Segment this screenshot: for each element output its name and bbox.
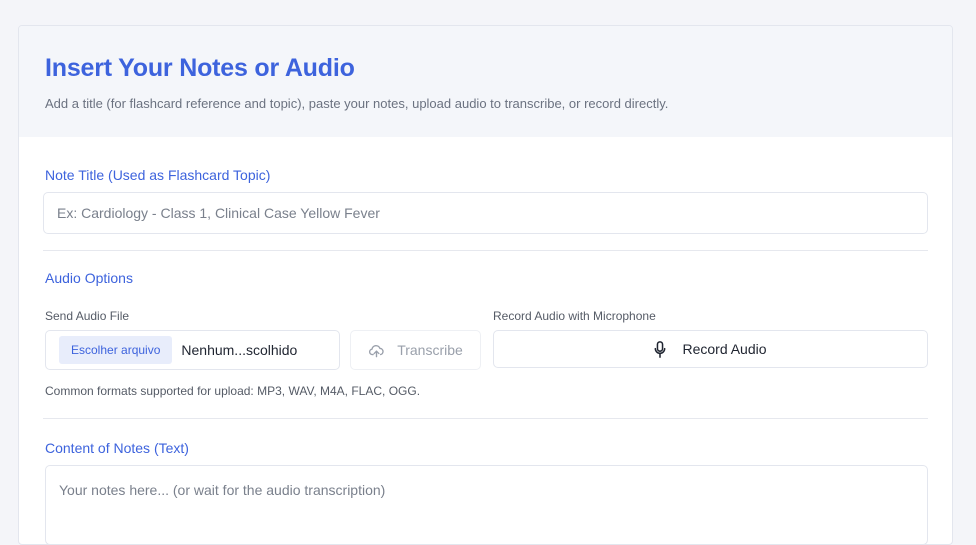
notes-input-card: Insert Your Notes or Audio Add a title (… (18, 25, 953, 545)
note-title-placeholder: Ex: Cardiology - Class 1, Clinical Case … (57, 205, 380, 221)
card-header: Insert Your Notes or Audio Add a title (… (19, 26, 952, 137)
notes-textarea[interactable]: Your notes here... (or wait for the audi… (45, 465, 928, 544)
audio-options-label: Audio Options (45, 270, 133, 286)
send-audio-file-label: Send Audio File (45, 309, 130, 323)
record-audio-button-label: Record Audio (682, 341, 767, 357)
divider (43, 418, 928, 419)
notes-placeholder: Your notes here... (or wait for the audi… (59, 482, 386, 498)
note-title-input[interactable]: Ex: Cardiology - Class 1, Clinical Case … (43, 192, 928, 234)
transcribe-button[interactable]: Transcribe (350, 330, 481, 370)
cloud-upload-icon (369, 344, 384, 357)
microphone-icon (655, 340, 666, 358)
choose-file-button[interactable]: Escolher arquivo (59, 336, 173, 364)
record-audio-button[interactable]: Record Audio (493, 330, 928, 368)
audio-file-input[interactable]: Escolher arquivo Nenhum...scolhido (45, 330, 340, 370)
file-status: Nenhum...scolhido (181, 342, 298, 358)
note-title-label: Note Title (Used as Flashcard Topic) (45, 167, 271, 183)
transcribe-button-label: Transcribe (397, 342, 463, 358)
formats-note: Common formats supported for upload: MP3… (45, 384, 421, 398)
page-subtitle: Add a title (for flashcard reference and… (45, 96, 669, 111)
record-audio-label: Record Audio with Microphone (493, 309, 656, 323)
content-notes-label: Content of Notes (Text) (45, 440, 189, 456)
page-title: Insert Your Notes or Audio (45, 54, 355, 82)
divider (43, 250, 928, 251)
